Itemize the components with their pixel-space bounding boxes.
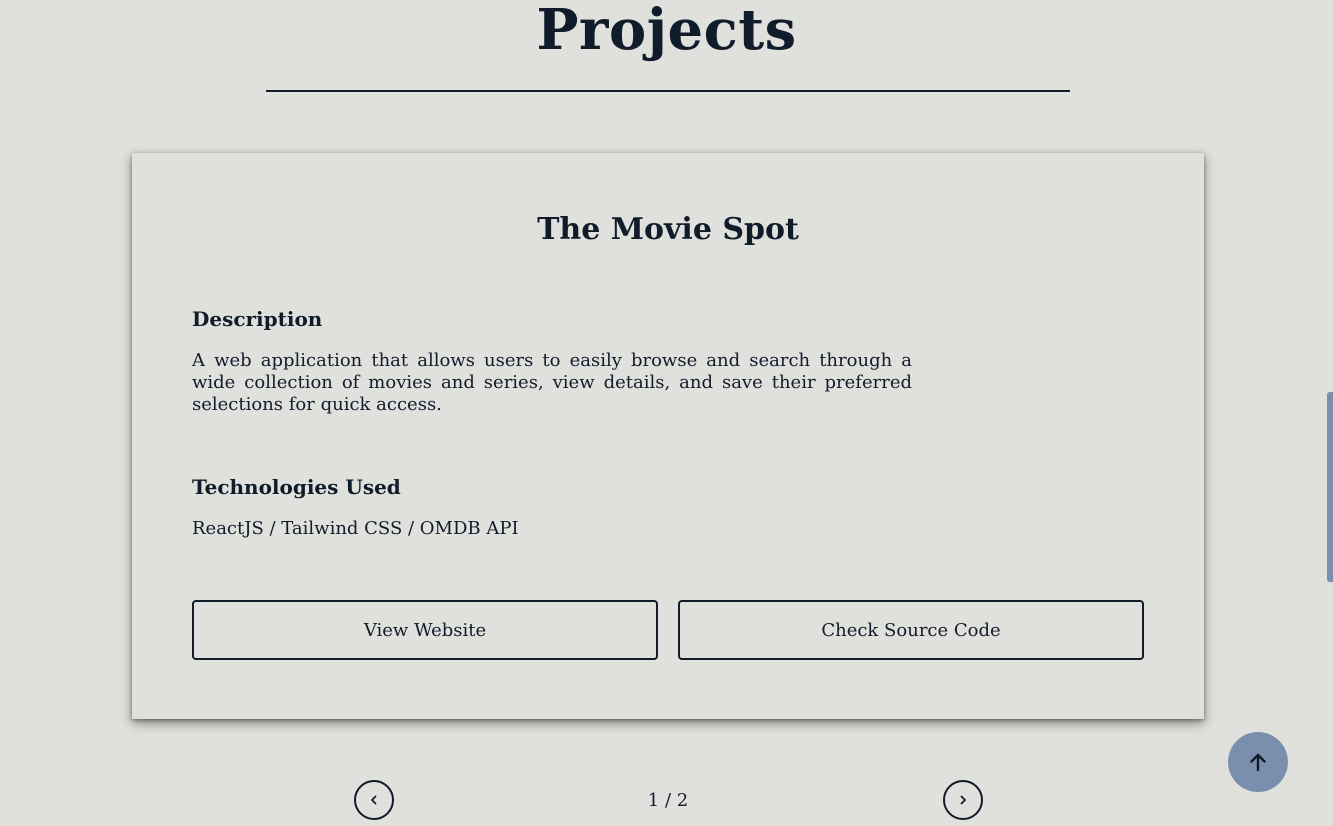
page-title: Projects xyxy=(536,0,797,63)
title-divider xyxy=(266,90,1070,92)
project-title: The Movie Spot xyxy=(537,212,799,247)
arrow-up-icon xyxy=(1250,753,1266,772)
chevron-right-icon xyxy=(960,795,966,805)
scrollbar-thumb[interactable] xyxy=(1327,392,1333,582)
check-source-code-button[interactable]: Check Source Code xyxy=(678,600,1144,660)
projects-page: Projects The Movie Spot Description A we… xyxy=(0,0,1333,826)
project-description: A web application that allows users to e… xyxy=(192,350,912,415)
pagination-indicator: 1 / 2 xyxy=(647,790,689,811)
chevron-left-icon xyxy=(371,795,377,805)
description-heading: Description xyxy=(192,307,323,331)
project-technologies: ReactJS / Tailwind CSS / OMDB API xyxy=(192,518,519,539)
project-card: The Movie Spot Description A web applica… xyxy=(132,153,1204,719)
next-project-button[interactable] xyxy=(943,780,983,820)
previous-project-button[interactable] xyxy=(354,780,394,820)
technologies-heading: Technologies Used xyxy=(192,475,401,499)
scroll-to-top-button[interactable] xyxy=(1228,732,1288,792)
view-website-button[interactable]: View Website xyxy=(192,600,658,660)
